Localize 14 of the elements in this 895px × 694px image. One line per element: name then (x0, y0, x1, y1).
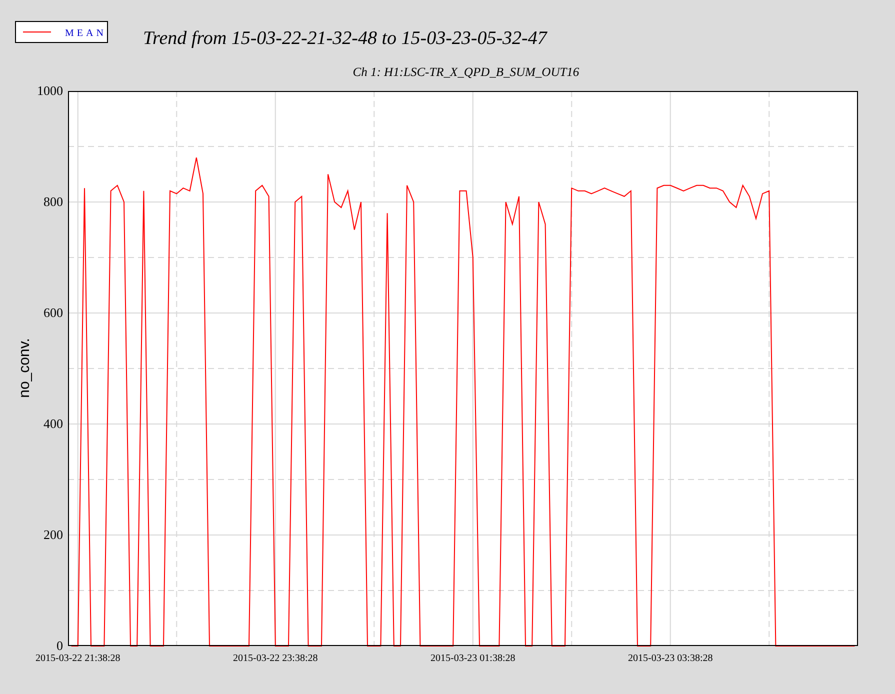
axis-tick-label: 800 (44, 194, 63, 209)
axis-tick-label: 2015-03-23 01:38:28 (430, 653, 516, 664)
y-axis-label: no_conv. (16, 338, 33, 398)
trend-title: Trend from 15-03-22-21-32-48 to 15-03-23-05-32-47 (143, 28, 547, 49)
axis-tick-label: 400 (44, 416, 63, 431)
axis-tick-label: 600 (44, 305, 63, 320)
legend-label: MEAN (65, 28, 106, 39)
axis-tick-label: 2015-03-22 23:38:28 (233, 653, 318, 664)
axis-tick-label: 200 (44, 527, 63, 542)
axis-tick-label: 0 (56, 638, 63, 653)
axis-tick-label: 2015-03-22 21:38:28 (36, 653, 120, 664)
channel-title: Ch 1: H1:LSC-TR_X_QPD_B_SUM_OUT16 (352, 65, 580, 79)
axis-tick-label: 2015-03-23 03:38:28 (628, 653, 713, 664)
axis-tick-label: 1000 (37, 83, 63, 98)
